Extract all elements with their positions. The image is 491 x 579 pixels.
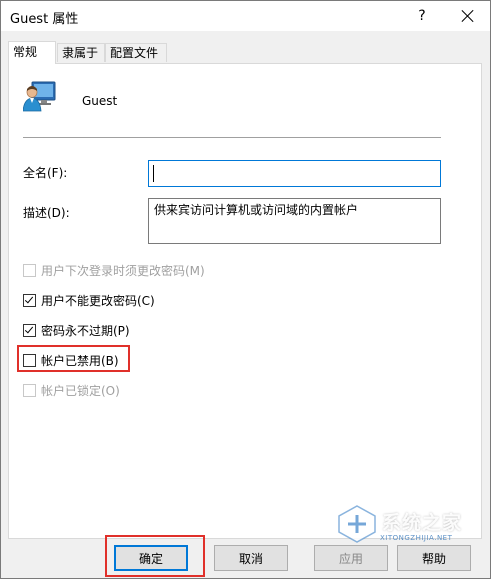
description-input[interactable]: 供来宾访问计算机或访问域的内置帐户 bbox=[148, 198, 441, 244]
checkbox-password-never-expires[interactable]: 密码永不过期(P) bbox=[23, 322, 130, 339]
checkbox-account-locked[interactable]: 帐户已锁定(O) bbox=[23, 382, 120, 399]
fullname-input[interactable] bbox=[148, 160, 441, 187]
tab-profile[interactable]: 配置文件 bbox=[105, 43, 167, 62]
title-bar: Guest 属性 ? bbox=[1, 1, 490, 31]
text-caret bbox=[153, 165, 154, 182]
highlight-annotation-ok bbox=[105, 535, 205, 577]
dialog-body: 常规 隶属于 配置文件 Guest 全名(F): 描述(D): 供来宾访问计算机… bbox=[1, 31, 490, 578]
checkbox-box[interactable] bbox=[23, 264, 36, 277]
checkbox-box[interactable] bbox=[23, 324, 36, 337]
tab-member-of[interactable]: 隶属于 bbox=[57, 43, 105, 62]
help-button[interactable]: ? bbox=[399, 1, 445, 31]
window-title: Guest 属性 bbox=[10, 12, 79, 27]
highlight-annotation bbox=[17, 345, 130, 372]
checkbox-cannot-change-password[interactable]: 用户不能更改密码(C) bbox=[23, 292, 155, 309]
cancel-button[interactable]: 取消 bbox=[214, 545, 288, 571]
apply-button[interactable]: 应用 bbox=[314, 545, 388, 571]
checkbox-label: 用户下次登录时须更改密码(M) bbox=[41, 264, 205, 278]
button-bar: 确定 取消 应用 帮助 bbox=[1, 539, 490, 578]
checkbox-label: 帐户已锁定(O) bbox=[41, 384, 120, 398]
general-tab-panel: Guest 全名(F): 描述(D): 供来宾访问计算机或访问域的内置帐户 用户… bbox=[8, 63, 482, 539]
close-icon bbox=[462, 10, 474, 22]
checkbox-box[interactable] bbox=[23, 384, 36, 397]
checkbox-box[interactable] bbox=[23, 294, 36, 307]
description-label: 描述(D): bbox=[23, 206, 70, 220]
close-button[interactable] bbox=[445, 1, 491, 31]
separator bbox=[23, 137, 441, 138]
tab-general[interactable]: 常规 bbox=[8, 41, 56, 64]
user-account-icon bbox=[23, 81, 56, 112]
user-name: Guest bbox=[82, 94, 118, 108]
help-dialog-button[interactable]: 帮助 bbox=[397, 545, 471, 571]
fullname-label: 全名(F): bbox=[23, 166, 68, 180]
checkbox-must-change-password[interactable]: 用户下次登录时须更改密码(M) bbox=[23, 262, 205, 279]
properties-dialog: Guest 属性 ? 常规 隶属于 配置文件 Guest 全名(F): 描述(D… bbox=[0, 0, 491, 579]
checkbox-label: 用户不能更改密码(C) bbox=[41, 294, 155, 308]
checkbox-label: 密码永不过期(P) bbox=[41, 324, 130, 338]
help-icon: ? bbox=[418, 8, 426, 24]
